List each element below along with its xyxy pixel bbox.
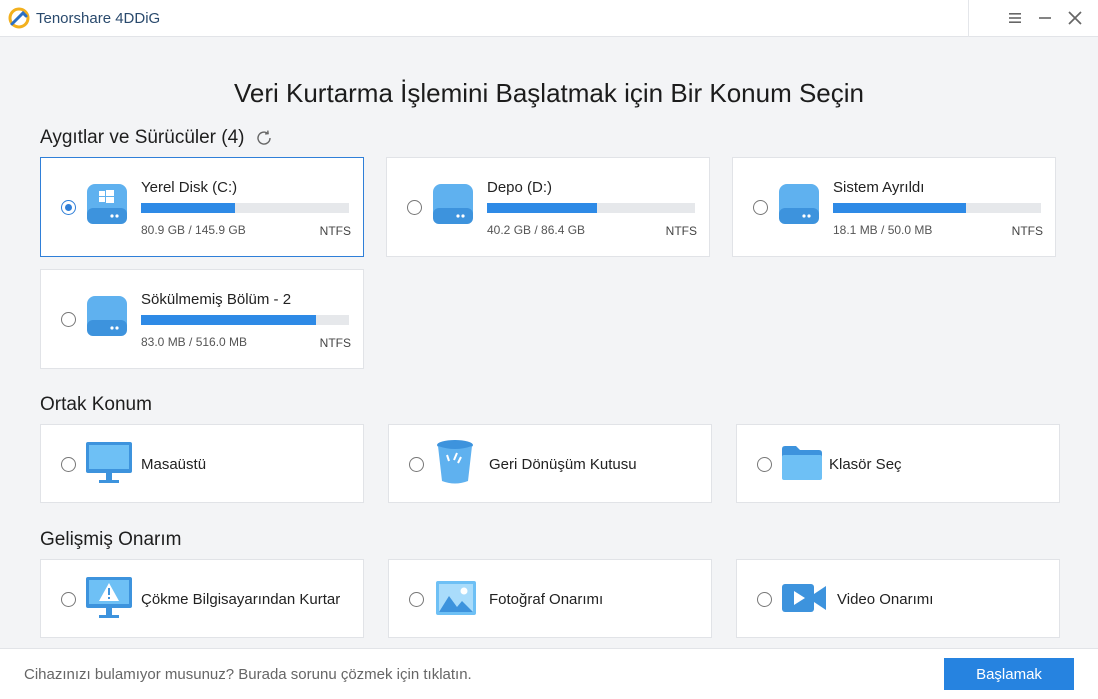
location-label: Geri Dönüşüm Kutusu bbox=[489, 456, 637, 473]
title-bar: Tenorshare 4DDiG bbox=[0, 0, 1098, 37]
drive-filesystem: NTFS bbox=[665, 224, 697, 238]
drive-usage-fill bbox=[833, 203, 967, 213]
repair-label: Video Onarımı bbox=[837, 591, 934, 608]
close-icon[interactable] bbox=[1065, 8, 1085, 28]
drive-icon bbox=[779, 184, 819, 224]
location-radio[interactable] bbox=[409, 457, 424, 472]
drive-name: Yerel Disk (C:) bbox=[141, 179, 238, 196]
location-desktop[interactable]: Masaüstü bbox=[40, 424, 364, 503]
recycle-bin-icon bbox=[437, 440, 473, 484]
folder-icon bbox=[782, 446, 822, 480]
repair-label: Çökme Bilgisayarından Kurtar bbox=[141, 591, 341, 608]
page-title: Veri Kurtarma İşlemini Başlatmak için Bi… bbox=[233, 78, 864, 108]
menu-icon[interactable] bbox=[1005, 8, 1025, 28]
drive-card-c[interactable]: Yerel Disk (C:) 80.9 GB / 145.9 GB NTFS bbox=[40, 157, 364, 257]
windows-drive-icon bbox=[87, 184, 127, 224]
repair-radio[interactable] bbox=[409, 592, 424, 607]
drive-usage-fill bbox=[141, 315, 316, 325]
refresh-icon[interactable] bbox=[255, 129, 273, 147]
drive-card-unmounted[interactable]: Sökülmemiş Bölüm - 2 83.0 MB / 516.0 MB … bbox=[40, 269, 364, 369]
drive-usage-fill bbox=[487, 203, 598, 213]
drive-filesystem: NTFS bbox=[1011, 224, 1043, 238]
drive-icon bbox=[87, 296, 127, 336]
location-recycle-bin[interactable]: Geri Dönüşüm Kutusu bbox=[388, 424, 712, 503]
repair-video[interactable]: Video Onarımı bbox=[736, 559, 1060, 638]
app-logo-icon bbox=[8, 7, 30, 29]
drive-name: Sökülmemiş Bölüm - 2 bbox=[141, 291, 292, 308]
drive-usage-fill bbox=[141, 203, 235, 213]
drive-radio[interactable] bbox=[61, 312, 76, 327]
start-button[interactable]: Başlamak bbox=[944, 658, 1074, 690]
photo-icon bbox=[436, 581, 476, 615]
drive-size: 40.2 GB / 86.4 GB bbox=[487, 223, 586, 237]
drive-icon bbox=[433, 184, 473, 224]
drive-usage-bar bbox=[141, 315, 349, 325]
drive-card-d[interactable]: Depo (D:) 40.2 GB / 86.4 GB NTFS bbox=[386, 157, 710, 257]
drive-radio[interactable] bbox=[753, 200, 768, 215]
common-section-title: Ortak Konum bbox=[40, 394, 152, 415]
devices-section-title: Aygıtlar ve Sürücüler (4) bbox=[40, 127, 245, 148]
location-label: Masaüstü bbox=[141, 456, 207, 473]
minimize-icon[interactable] bbox=[1035, 8, 1055, 28]
advanced-section-title: Gelişmiş Onarım bbox=[40, 529, 182, 550]
video-icon bbox=[782, 584, 826, 612]
title-bar-divider bbox=[968, 0, 969, 37]
app-title: Tenorshare 4DDiG bbox=[36, 10, 161, 27]
repair-photo[interactable]: Fotoğraf Onarımı bbox=[388, 559, 712, 638]
drive-name: Sistem Ayrıldı bbox=[833, 179, 925, 196]
drive-filesystem: NTFS bbox=[319, 224, 351, 238]
location-radio[interactable] bbox=[61, 457, 76, 472]
repair-label: Fotoğraf Onarımı bbox=[489, 591, 604, 608]
repair-radio[interactable] bbox=[61, 592, 76, 607]
drive-size: 83.0 MB / 516.0 MB bbox=[141, 335, 248, 349]
location-radio[interactable] bbox=[757, 457, 772, 472]
drive-size: 18.1 MB / 50.0 MB bbox=[833, 223, 933, 237]
footer: Cihazınızı bulamıyor musunuz? Burada sor… bbox=[0, 648, 1098, 699]
drive-usage-bar bbox=[141, 203, 349, 213]
location-label: Klasör Seç bbox=[829, 456, 902, 473]
drive-name: Depo (D:) bbox=[487, 179, 553, 196]
drive-card-system-reserved[interactable]: Sistem Ayrıldı 18.1 MB / 50.0 MB NTFS bbox=[732, 157, 1056, 257]
drive-size: 80.9 GB / 145.9 GB bbox=[141, 223, 246, 237]
drive-usage-bar bbox=[833, 203, 1041, 213]
repair-radio[interactable] bbox=[757, 592, 772, 607]
drive-usage-bar bbox=[487, 203, 695, 213]
monitor-icon bbox=[86, 442, 132, 483]
help-link[interactable]: Cihazınızı bulamıyor musunuz? Burada sor… bbox=[24, 666, 472, 683]
drive-radio[interactable] bbox=[407, 200, 422, 215]
location-select-folder[interactable]: Klasör Seç bbox=[736, 424, 1060, 503]
drive-filesystem: NTFS bbox=[319, 336, 351, 350]
repair-crashed-pc[interactable]: Çökme Bilgisayarından Kurtar bbox=[40, 559, 364, 638]
drive-radio[interactable] bbox=[61, 200, 76, 215]
crashed-pc-icon bbox=[86, 577, 132, 618]
